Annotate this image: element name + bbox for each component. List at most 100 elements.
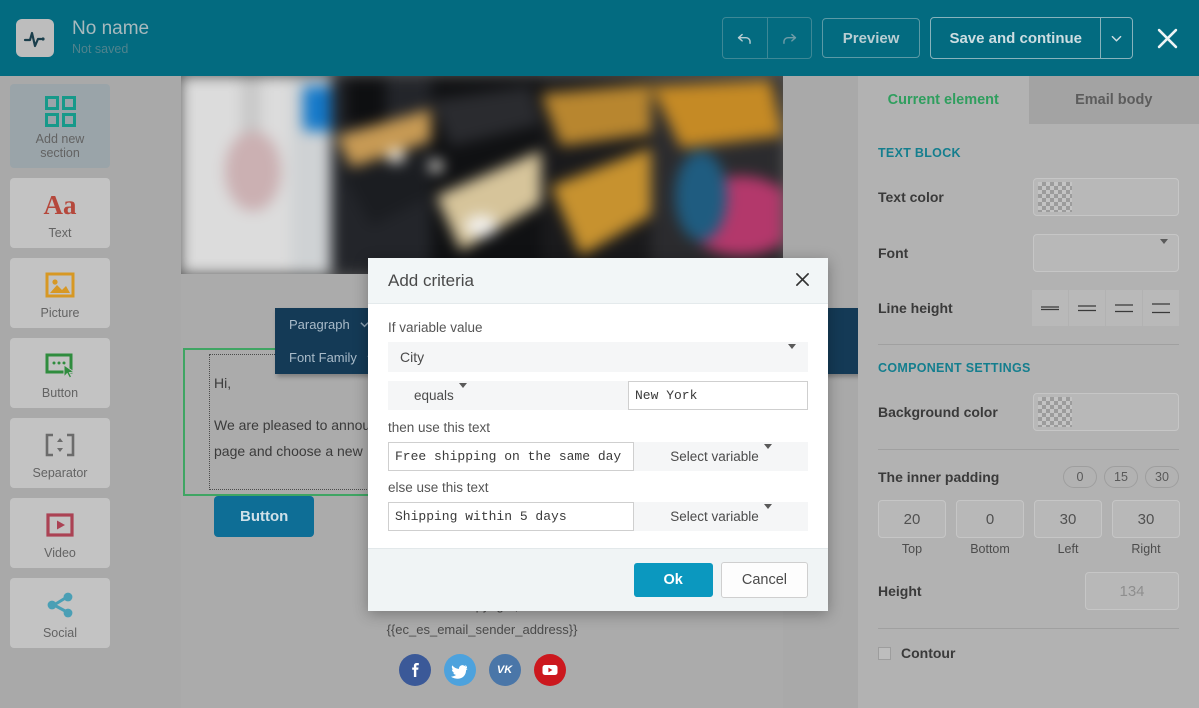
email-cta-button[interactable]: Button xyxy=(214,496,314,537)
padding-fields: 20 Top 0 Bottom 30 Left 30 Right xyxy=(878,500,1179,556)
sidebar-item-label: Social xyxy=(43,626,77,640)
then-row: Free shipping on the same day Select var… xyxy=(388,442,808,471)
ok-button[interactable]: Ok xyxy=(634,563,713,597)
line-height-option-2[interactable] xyxy=(1069,290,1105,326)
operator-value: equals xyxy=(414,388,454,403)
padding-cell-bottom: 0 Bottom xyxy=(956,500,1024,556)
else-row: Shipping within 5 days Select variable xyxy=(388,502,808,531)
sidebar-item-video[interactable]: Video xyxy=(10,498,110,568)
row-height: Height 134 xyxy=(878,572,1179,610)
contour-label: Contour xyxy=(901,645,955,661)
hero-image[interactable] xyxy=(181,76,783,274)
tab-email-body[interactable]: Email body xyxy=(1029,76,1199,124)
transparent-checker-swatch xyxy=(1038,182,1072,212)
divider xyxy=(878,344,1179,345)
then-select-variable-dropdown[interactable]: Select variable xyxy=(634,442,808,471)
close-x-icon[interactable] xyxy=(795,272,810,290)
height-input[interactable]: 134 xyxy=(1085,572,1179,610)
condition-row: equals New York xyxy=(388,381,808,410)
sidebar-item-button[interactable]: Button xyxy=(10,338,110,408)
undo-arrow-icon[interactable] xyxy=(723,18,767,58)
else-use-this-text-label: else use this text xyxy=(388,480,808,495)
operator-select[interactable]: equals xyxy=(388,381,628,410)
dialog-title: Add criteria xyxy=(388,271,795,291)
text-color-label: Text color xyxy=(878,189,1033,205)
sidebar-item-label: Separator xyxy=(33,466,88,480)
padding-bottom-input[interactable]: 0 xyxy=(956,500,1024,538)
save-and-continue-button[interactable]: Save and continue xyxy=(931,18,1100,58)
padding-top-input[interactable]: 20 xyxy=(878,500,946,538)
close-x-icon[interactable] xyxy=(1149,20,1185,56)
else-text-input[interactable]: Shipping within 5 days xyxy=(388,502,634,531)
padding-cell-right: 30 Right xyxy=(1112,500,1180,556)
padding-bottom-caption: Bottom xyxy=(956,542,1024,556)
paragraph-style-select[interactable]: Paragraph xyxy=(289,317,350,332)
padding-left-input[interactable]: 30 xyxy=(1034,500,1102,538)
video-play-icon xyxy=(44,507,76,543)
text-color-picker[interactable] xyxy=(1033,178,1179,216)
social-icons-row: VK xyxy=(181,654,783,686)
sidebar-item-label: Button xyxy=(42,386,78,400)
sidebar-item-label: Text xyxy=(49,226,72,240)
sidebar-item-separator[interactable]: Separator xyxy=(10,418,110,488)
font-family-select[interactable]: Font Family xyxy=(289,350,357,365)
then-select-variable-label: Select variable xyxy=(670,449,759,464)
social-share-icon xyxy=(44,587,76,623)
section-title-text-block: TEXT BLOCK xyxy=(878,146,1179,160)
dialog-header: Add criteria xyxy=(368,258,828,304)
cancel-button[interactable]: Cancel xyxy=(721,562,808,598)
redo-arrow-icon[interactable] xyxy=(767,18,811,58)
panel-tabs: Current element Email body xyxy=(858,76,1199,124)
chevron-down-icon[interactable] xyxy=(1100,18,1132,58)
else-select-variable-label: Select variable xyxy=(670,509,759,524)
variable-select[interactable]: City xyxy=(388,342,808,372)
sidebar-item-social[interactable]: Social xyxy=(10,578,110,648)
app-root: No name Not saved Preview Save and conti… xyxy=(0,0,1199,708)
caret-down-icon xyxy=(1160,244,1168,262)
contour-checkbox[interactable] xyxy=(878,647,891,660)
dialog-body: If variable value City equals New York t… xyxy=(368,304,828,548)
line-height-option-1[interactable] xyxy=(1032,290,1068,326)
panel-body: TEXT BLOCK Text color Font Line height xyxy=(858,124,1199,661)
page-title: No name xyxy=(72,18,149,40)
row-background-color: Background color xyxy=(878,393,1179,431)
preview-button[interactable]: Preview xyxy=(822,18,921,58)
caret-down-icon xyxy=(764,449,772,464)
sidebar-item-add-new-section[interactable]: Add new section xyxy=(10,84,110,168)
padding-preset-0[interactable]: 0 xyxy=(1063,466,1097,488)
background-color-label: Background color xyxy=(878,404,1033,420)
sidebar-item-picture[interactable]: Picture xyxy=(10,258,110,328)
vk-icon[interactable]: VK xyxy=(489,654,521,686)
button-cursor-icon xyxy=(44,347,76,383)
sidebar-item-label: Add new xyxy=(36,132,85,146)
padding-right-input[interactable]: 30 xyxy=(1112,500,1180,538)
font-label: Font xyxy=(878,245,1033,261)
divider xyxy=(878,628,1179,629)
tab-current-element[interactable]: Current element xyxy=(858,76,1029,124)
background-color-picker[interactable] xyxy=(1033,393,1179,431)
caret-down-icon xyxy=(459,388,467,403)
sidebar-item-text[interactable]: Aa Text xyxy=(10,178,110,248)
document-title-block[interactable]: No name Not saved xyxy=(72,18,149,58)
pulse-logo-icon xyxy=(16,19,54,57)
sidebar-item-label: Video xyxy=(44,546,76,560)
compare-value-input[interactable]: New York xyxy=(628,381,808,410)
save-and-continue-group: Save and continue xyxy=(930,17,1133,59)
line-height-options xyxy=(1032,290,1179,326)
youtube-icon[interactable] xyxy=(534,654,566,686)
height-label: Height xyxy=(878,583,1085,599)
facebook-icon[interactable] xyxy=(399,654,431,686)
components-sidebar: Add new section Aa Text Picture xyxy=(0,76,120,708)
caret-down-icon xyxy=(764,509,772,524)
padding-preset-15[interactable]: 15 xyxy=(1104,466,1138,488)
line-height-option-4[interactable] xyxy=(1143,290,1179,326)
sidebar-item-label-2: section xyxy=(40,146,80,160)
then-text-input[interactable]: Free shipping on the same day xyxy=(388,442,634,471)
twitter-icon[interactable] xyxy=(444,654,476,686)
row-line-height: Line height xyxy=(878,290,1179,326)
then-use-this-text-label: then use this text xyxy=(388,420,808,435)
font-select[interactable] xyxy=(1033,234,1179,272)
else-select-variable-dropdown[interactable]: Select variable xyxy=(634,502,808,531)
padding-preset-30[interactable]: 30 xyxy=(1145,466,1179,488)
line-height-option-3[interactable] xyxy=(1106,290,1142,326)
